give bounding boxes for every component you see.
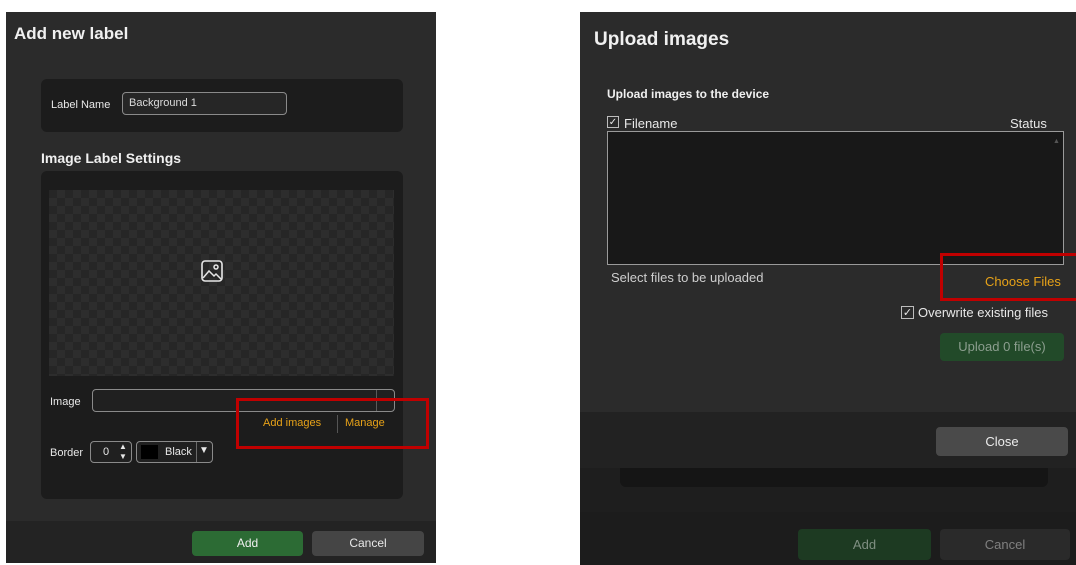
overwrite-label[interactable]: Overwrite existing files <box>918 305 1048 320</box>
cancel-button[interactable]: Cancel <box>312 531 424 556</box>
border-width-spinner[interactable]: 0 ▲ ▼ <box>90 441 132 463</box>
label-name-label: Label Name <box>51 99 111 111</box>
dialog-footer: Add Cancel <box>6 521 436 563</box>
image-placeholder-icon <box>201 260 223 282</box>
image-label-settings-card: Image ⋯ Add images Manage Border 0 ▲ ▼ B… <box>41 171 403 499</box>
upload-subtitle: Upload images to the device <box>607 87 770 101</box>
scroll-up-icon[interactable]: ▲ <box>1053 138 1060 145</box>
image-label-settings-heading: Image Label Settings <box>41 150 182 166</box>
overwrite-checkbox[interactable]: ✓ <box>901 306 914 319</box>
status-column-header: Status <box>1010 116 1047 131</box>
background-add-button: Add <box>798 529 931 560</box>
chevron-down-icon[interactable]: ▼ <box>199 445 209 456</box>
upload-images-dialog: Upload images Upload images to the devic… <box>580 12 1076 468</box>
color-picker-divider <box>196 442 197 462</box>
image-field-label: Image <box>50 396 81 408</box>
label-name-card: Label Name Background 1 <box>41 79 403 132</box>
color-name: Black <box>165 446 192 458</box>
dialog-title: Upload images <box>594 29 730 50</box>
select-all-checkbox[interactable]: ✓ <box>607 116 619 128</box>
add-button[interactable]: Add <box>192 531 303 556</box>
border-label: Border <box>50 447 84 459</box>
spin-down-icon[interactable]: ▼ <box>119 452 127 462</box>
label-name-input[interactable]: Background 1 <box>122 92 287 115</box>
filename-column-header: Filename <box>624 116 678 131</box>
background-dialog-card <box>620 467 1048 487</box>
highlight-box <box>236 398 429 449</box>
highlight-box <box>940 253 1076 301</box>
upload-button[interactable]: Upload 0 file(s) <box>940 333 1064 361</box>
image-preview <box>49 190 394 376</box>
border-color-picker[interactable]: Black ▼ <box>136 441 213 463</box>
dialog-title: Add new label <box>14 24 129 43</box>
border-width-value: 0 <box>103 446 110 458</box>
add-label-dialog: Add new label Label Name Background 1 Im… <box>6 12 436 563</box>
spin-up-icon[interactable]: ▲ <box>119 442 127 452</box>
color-swatch <box>141 445 158 459</box>
file-list[interactable]: ▲ <box>607 131 1064 265</box>
select-files-hint: Select files to be uploaded <box>611 270 764 285</box>
close-button[interactable]: Close <box>936 427 1068 456</box>
background-cancel-button: Cancel <box>940 529 1070 560</box>
upload-dialog-footer: Close <box>580 412 1076 468</box>
